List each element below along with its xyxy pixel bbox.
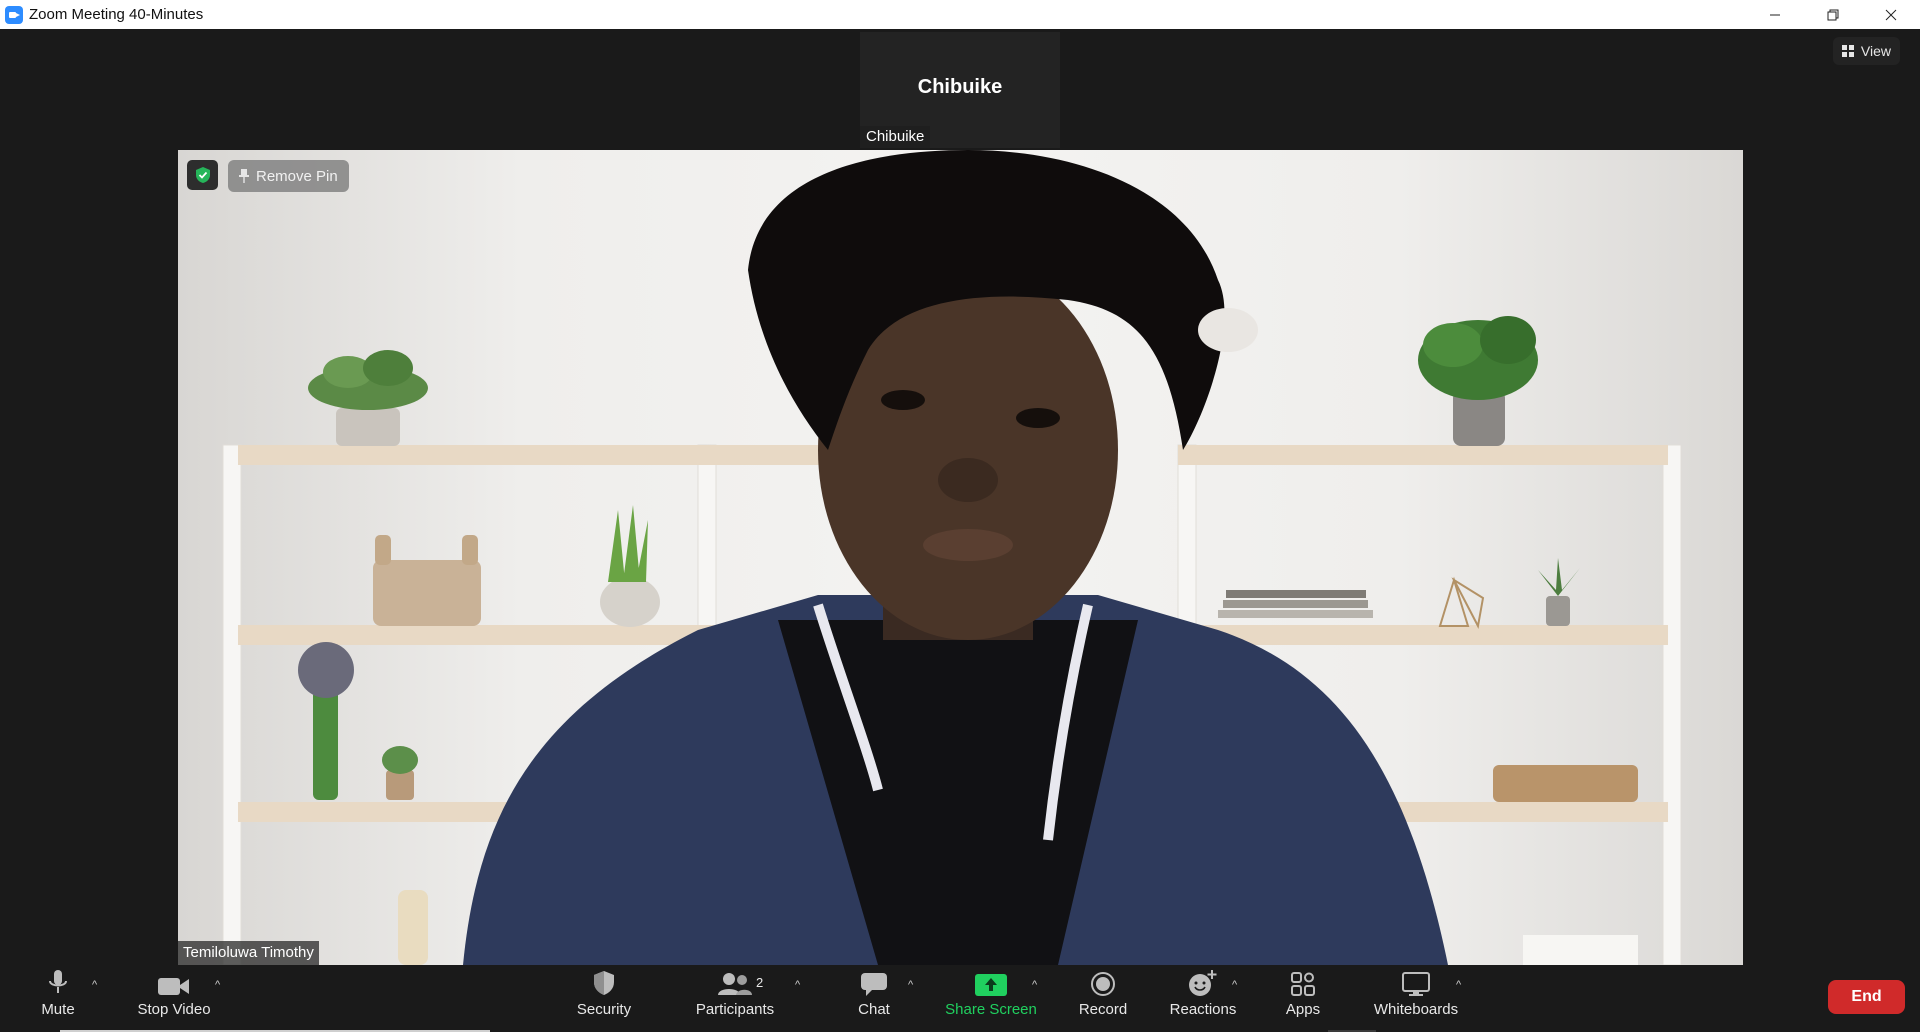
participant-name-tag: Temiloluwa Timothy <box>178 941 319 965</box>
grid-view-icon <box>1841 45 1854 57</box>
zoom-app-icon <box>5 5 23 24</box>
meeting-toolbar: Mute ^ Stop Video ^ Security Participant… <box>0 965 1920 1032</box>
share-screen-label: Share Screen <box>945 1001 1037 1018</box>
reactions-label: Reactions <box>1169 1001 1237 1018</box>
end-meeting-button[interactable]: End <box>1828 980 1905 1014</box>
view-button[interactable]: View <box>1832 37 1900 65</box>
video-scene <box>222 150 1682 965</box>
mute-button[interactable]: Mute <box>36 965 80 1025</box>
participants-label: Participants <box>695 1001 775 1018</box>
mute-label: Mute <box>41 1001 75 1018</box>
close-button[interactable] <box>1862 0 1920 29</box>
reactions-icon <box>1189 970 1217 996</box>
security-label: Security <box>576 1001 632 1018</box>
share-screen-button[interactable]: Share Screen <box>945 965 1037 1025</box>
pin-icon <box>239 169 249 183</box>
pinned-video[interactable]: Remove Pin Temiloluwa Timothy <box>178 150 1743 965</box>
participant-thumbnail[interactable]: Chibuike Chibuike <box>860 32 1060 148</box>
whiteboard-icon <box>1402 972 1430 996</box>
video-camera-icon <box>158 978 189 995</box>
meeting-stage: View Chibuike Chibuike Remove Pin Temilo… <box>0 29 1920 965</box>
thumbnail-name-tag: Chibuike <box>860 126 931 148</box>
participants-options-caret[interactable]: ^ <box>795 979 800 991</box>
window-title: Zoom Meeting 40-Minutes <box>29 6 204 23</box>
reactions-options-caret[interactable]: ^ <box>1232 979 1237 991</box>
shield-check-icon <box>195 167 210 183</box>
participants-count: 2 <box>756 975 764 990</box>
audio-options-caret[interactable]: ^ <box>92 979 97 991</box>
view-label: View <box>1860 43 1891 59</box>
chat-label: Chat <box>858 1001 890 1018</box>
minimize-icon <box>1770 14 1780 15</box>
participants-button[interactable]: Participants <box>694 965 776 1025</box>
share-screen-icon <box>975 974 1007 996</box>
whiteboards-options-caret[interactable]: ^ <box>1456 979 1461 991</box>
chat-options-caret[interactable]: ^ <box>908 979 913 991</box>
shield-icon <box>594 971 614 995</box>
chat-button[interactable]: Chat <box>856 965 892 1025</box>
reactions-button[interactable]: Reactions <box>1168 965 1238 1025</box>
encryption-badge[interactable] <box>187 160 218 190</box>
apps-button[interactable]: Apps <box>1284 965 1322 1025</box>
restore-icon <box>1827 9 1839 20</box>
stop-video-label: Stop Video <box>137 1001 211 1018</box>
participants-icon <box>718 973 752 995</box>
window-controls <box>1746 0 1920 29</box>
chat-icon <box>861 973 887 996</box>
video-options-caret[interactable]: ^ <box>215 979 220 991</box>
security-button[interactable]: Security <box>572 965 636 1025</box>
record-icon <box>1091 972 1115 996</box>
stop-video-button[interactable]: Stop Video <box>132 965 216 1025</box>
title-bar: Zoom Meeting 40-Minutes <box>0 0 1920 29</box>
record-label: Record <box>1078 1001 1128 1018</box>
record-button[interactable]: Record <box>1078 965 1128 1025</box>
apps-label: Apps <box>1285 1001 1321 1018</box>
remove-pin-label: Remove Pin <box>256 167 338 185</box>
whiteboards-button[interactable]: Whiteboards <box>1370 965 1462 1025</box>
whiteboards-label: Whiteboards <box>1373 1001 1459 1018</box>
microphone-icon <box>49 970 67 993</box>
minimize-button[interactable] <box>1746 0 1804 29</box>
remove-pin-button[interactable]: Remove Pin <box>228 160 349 192</box>
apps-icon <box>1291 972 1315 996</box>
close-icon <box>1885 9 1897 20</box>
share-options-caret[interactable]: ^ <box>1032 979 1037 991</box>
thumbnail-display-name: Chibuike <box>917 76 1003 98</box>
restore-button[interactable] <box>1804 0 1862 29</box>
